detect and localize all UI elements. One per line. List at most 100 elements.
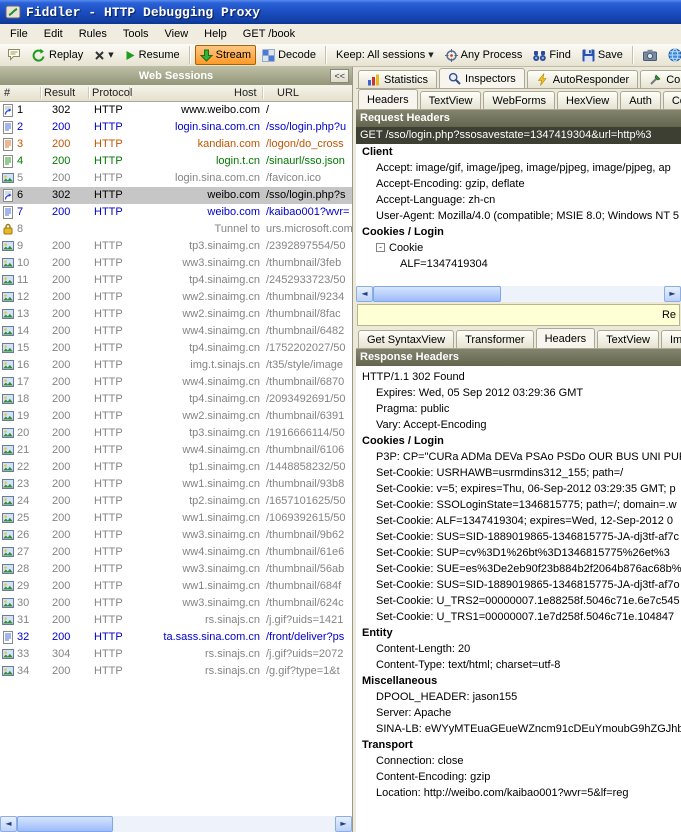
session-row[interactable]: 31200HTTPrs.sinajs.cn/j.gif?uids=1421 bbox=[0, 612, 352, 629]
menu-item-help[interactable]: Help bbox=[196, 26, 235, 42]
scroll-left-button[interactable]: ◄ bbox=[356, 286, 373, 302]
session-row[interactable]: 21200HTTPww4.sinaimg.cn/thumbnail/6106 bbox=[0, 442, 352, 459]
session-row[interactable]: 19200HTTPww2.sinaimg.cn/thumbnail/6391 bbox=[0, 408, 352, 425]
tab-autoresponder[interactable]: AutoResponder bbox=[527, 70, 638, 88]
response-header-line: Location: http://weibo.com/kaibao001?wvr… bbox=[356, 785, 681, 801]
remove-sessions-button[interactable]: ▼ bbox=[89, 45, 118, 65]
request-tab-textview[interactable]: TextView bbox=[420, 91, 482, 109]
response-tab-transformer[interactable]: Transformer bbox=[456, 330, 534, 348]
request-header-line: Client bbox=[356, 144, 681, 160]
scrollbar-thumb[interactable] bbox=[373, 286, 501, 302]
screenshot-button[interactable] bbox=[638, 45, 662, 65]
session-row[interactable]: 4200HTTPlogin.t.cn/sinaurl/sso.json bbox=[0, 153, 352, 170]
keep-sessions-dropdown[interactable]: Keep: All sessions▼ bbox=[331, 45, 439, 65]
session-row[interactable]: 12200HTTPww2.sinaimg.cn/thumbnail/9234 bbox=[0, 289, 352, 306]
response-status-line[interactable]: HTTP/1.1 302 Found bbox=[356, 369, 681, 385]
session-row[interactable]: 27200HTTPww4.sinaimg.cn/thumbnail/61e6 bbox=[0, 544, 352, 561]
menu-item-file[interactable]: File bbox=[2, 26, 36, 42]
response-tab-imageview[interactable]: ImageView bbox=[661, 330, 681, 348]
encoding-notice[interactable]: Re bbox=[357, 304, 680, 326]
response-tab-textview[interactable]: TextView bbox=[597, 330, 659, 348]
session-row[interactable]: 16200HTTPimg.t.sinajs.cn/t35/style/image bbox=[0, 357, 352, 374]
session-row[interactable]: 1302HTTPwww.weibo.com/ bbox=[0, 102, 352, 119]
column-separator bbox=[88, 87, 90, 99]
request-tab-cookies[interactable]: Cookies bbox=[663, 91, 681, 109]
web-sessions-title: Web Sessions bbox=[139, 70, 213, 82]
decode-button[interactable]: Decode bbox=[257, 45, 321, 65]
request-tab-hexview[interactable]: HexView bbox=[557, 91, 618, 109]
stream-button[interactable]: Stream bbox=[195, 45, 256, 65]
session-url: /thumbnail/3feb bbox=[266, 255, 352, 272]
session-row[interactable]: 11200HTTPtp4.sinaimg.cn/2452933723/50 bbox=[0, 272, 352, 289]
response-header-line: Vary: Accept-Encoding bbox=[356, 417, 681, 433]
session-row[interactable]: 29200HTTPww1.sinaimg.cn/thumbnail/684f bbox=[0, 578, 352, 595]
header-text: Expires: Wed, 05 Sep 2012 03:29:36 GMT bbox=[376, 387, 583, 399]
session-row[interactable]: 20200HTTPtp3.sinaimg.cn/1916666114/50 bbox=[0, 425, 352, 442]
request-tab-headers[interactable]: Headers bbox=[358, 89, 418, 109]
session-row[interactable]: 10200HTTPww3.sinaimg.cn/thumbnail/3feb bbox=[0, 255, 352, 272]
header-text: Content-Length: 20 bbox=[376, 643, 470, 655]
scrollbar-thumb[interactable] bbox=[17, 816, 113, 832]
save-button[interactable]: Save bbox=[577, 45, 628, 65]
column-header-url[interactable]: URL bbox=[277, 87, 299, 99]
collapse-panel-button[interactable]: << bbox=[330, 69, 349, 83]
browse-button[interactable]: Br bbox=[663, 45, 681, 65]
scroll-left-button[interactable]: ◄ bbox=[0, 816, 17, 832]
resume-button[interactable]: Resume bbox=[120, 45, 185, 65]
image-icon bbox=[2, 376, 15, 389]
resume-label: Resume bbox=[139, 49, 180, 61]
session-row[interactable]: 30200HTTPww3.sinaimg.cn/thumbnail/624c bbox=[0, 595, 352, 612]
column-header-host[interactable]: Host bbox=[234, 87, 257, 99]
request-horizontal-scrollbar[interactable]: ◄ ► bbox=[356, 285, 681, 302]
session-row[interactable]: 15200HTTPtp4.sinaimg.cn/1752202027/50 bbox=[0, 340, 352, 357]
session-row[interactable]: 13200HTTPww2.sinaimg.cn/thumbnail/8fac bbox=[0, 306, 352, 323]
menu-item-edit[interactable]: Edit bbox=[36, 26, 71, 42]
request-tab-webforms[interactable]: WebForms bbox=[483, 91, 555, 109]
find-button[interactable]: Find bbox=[528, 45, 575, 65]
session-row[interactable]: 2200HTTPlogin.sina.com.cn/sso/login.php?… bbox=[0, 119, 352, 136]
session-row[interactable]: 18200HTTPtp4.sinaimg.cn/2093492691/50 bbox=[0, 391, 352, 408]
session-row[interactable]: 9200HTTPtp3.sinaimg.cn/2392897554/50 bbox=[0, 238, 352, 255]
comment-button[interactable] bbox=[2, 45, 26, 65]
session-row[interactable]: 22200HTTPtp1.sinaimg.cn/1448858232/50 bbox=[0, 459, 352, 476]
collapse-expander-icon[interactable]: - bbox=[376, 243, 385, 252]
session-row[interactable]: 25200HTTPww1.sinaimg.cn/1069392615/50 bbox=[0, 510, 352, 527]
tab-statistics[interactable]: Statistics bbox=[358, 70, 437, 88]
session-row[interactable]: 28200HTTPww3.sinaimg.cn/thumbnail/56ab bbox=[0, 561, 352, 578]
menu-item-view[interactable]: View bbox=[157, 26, 197, 42]
session-row[interactable]: 8Tunnel tours.microsoft.com:443 bbox=[0, 221, 352, 238]
response-tab-headers[interactable]: Headers bbox=[536, 328, 596, 348]
column-header-protocol[interactable]: Protocol bbox=[92, 87, 132, 99]
request-tab-auth[interactable]: Auth bbox=[620, 91, 661, 109]
session-number: 1 bbox=[17, 102, 45, 119]
remove-x-icon bbox=[94, 50, 105, 61]
column-header-result[interactable]: Result bbox=[44, 87, 75, 99]
session-row[interactable]: 26200HTTPww3.sinaimg.cn/thumbnail/9b62 bbox=[0, 527, 352, 544]
session-row[interactable]: 32200HTTPta.sass.sina.com.cn/front/deliv… bbox=[0, 629, 352, 646]
tab-inspectors[interactable]: Inspectors bbox=[439, 68, 525, 88]
session-protocol: HTTP bbox=[94, 323, 130, 340]
replay-button[interactable]: Replay bbox=[27, 45, 88, 65]
scroll-right-button[interactable]: ► bbox=[664, 286, 681, 302]
menu-item-get-book[interactable]: GET /book bbox=[235, 26, 303, 42]
request-header-line[interactable]: -Cookie bbox=[356, 240, 681, 256]
session-row[interactable]: 23200HTTPww1.sinaimg.cn/thumbnail/93b8 bbox=[0, 476, 352, 493]
session-row[interactable]: 5200HTTPlogin.sina.com.cn/favicon.ico bbox=[0, 170, 352, 187]
any-process-button[interactable]: Any Process bbox=[440, 45, 528, 65]
session-row[interactable]: 14200HTTPww4.sinaimg.cn/thumbnail/6482 bbox=[0, 323, 352, 340]
session-row[interactable]: 7200HTTPweibo.com/kaibao001?wvr= bbox=[0, 204, 352, 221]
request-line[interactable]: GET /sso/login.php?ssosavestate=13474193… bbox=[356, 127, 681, 144]
response-tab-get-syntaxview[interactable]: Get SyntaxView bbox=[358, 330, 454, 348]
column-header-[interactable]: # bbox=[4, 87, 10, 99]
session-row[interactable]: 24200HTTPtp2.sinaimg.cn/1657101625/50 bbox=[0, 493, 352, 510]
tab-composer[interactable]: Composer bbox=[640, 70, 681, 88]
menu-item-rules[interactable]: Rules bbox=[71, 26, 115, 42]
session-row[interactable]: 3200HTTPkandian.com/logon/do_cross bbox=[0, 136, 352, 153]
session-row[interactable]: 33304HTTPrs.sinajs.cn/j.gif?uids=2072 bbox=[0, 646, 352, 663]
scroll-right-button[interactable]: ► bbox=[335, 816, 352, 832]
session-row[interactable]: 17200HTTPww4.sinaimg.cn/thumbnail/6870 bbox=[0, 374, 352, 391]
menu-item-tools[interactable]: Tools bbox=[115, 26, 157, 42]
session-row[interactable]: 6302HTTPweibo.com/sso/login.php?s bbox=[0, 187, 352, 204]
session-row[interactable]: 34200HTTPrs.sinajs.cn/g.gif?type=1&t bbox=[0, 663, 352, 680]
sessions-horizontal-scrollbar[interactable]: ◄ ► bbox=[0, 815, 352, 832]
